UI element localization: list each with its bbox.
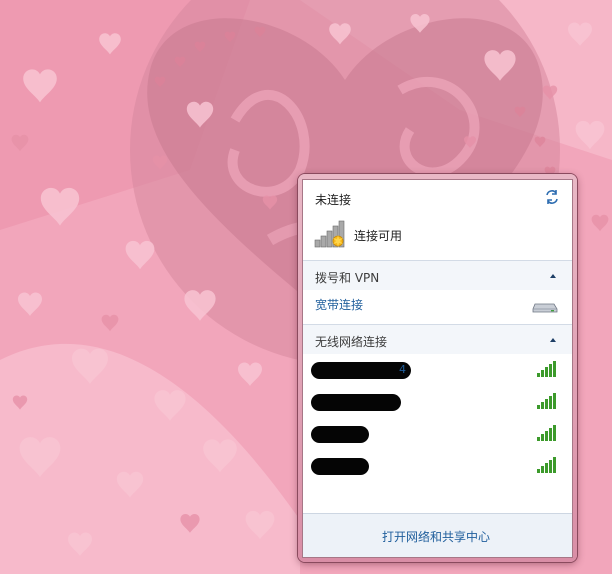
redacted-network-name [311, 458, 369, 475]
signal-bars-warning-icon [314, 220, 345, 248]
network-drive-icon[interactable] [532, 300, 558, 314]
signal-bars-icon [537, 425, 556, 441]
network-flyout-panel: 未连接 连接可用 拨号和 VPN 宽带连接 无线网络连接 4 打开网络和共享中心 [298, 174, 577, 562]
signal-bars-icon [537, 457, 556, 473]
connections-available-label: 连接可用 [354, 229, 403, 243]
redacted-network-name [311, 426, 369, 443]
wireless-network-row[interactable]: 4 [303, 356, 572, 388]
open-network-sharing-center-link[interactable]: 打开网络和共享中心 [382, 528, 490, 545]
refresh-icon[interactable] [544, 189, 560, 205]
wireless-network-row[interactable] [303, 420, 572, 452]
flyout-footer: 打开网络和共享中心 [303, 513, 572, 557]
redacted-network-name [311, 394, 401, 411]
wireless-network-row[interactable] [303, 452, 572, 484]
wireless-section-header[interactable]: 无线网络连接 [303, 324, 572, 354]
dialup-vpn-section-header[interactable]: 拨号和 VPN [303, 260, 572, 290]
chevron-up-icon[interactable] [548, 335, 558, 345]
desktop-background: 未连接 连接可用 拨号和 VPN 宽带连接 无线网络连接 4 打开网络和共享中心 [0, 0, 612, 574]
wireless-section-label: 无线网络连接 [315, 335, 388, 349]
connection-status-title: 未连接 [315, 193, 352, 207]
signal-bars-icon [537, 361, 556, 377]
dialup-vpn-section-label: 拨号和 VPN [315, 271, 380, 285]
chevron-up-icon[interactable] [548, 271, 558, 281]
network-flyout-content: 未连接 连接可用 拨号和 VPN 宽带连接 无线网络连接 4 打开网络和共享中心 [302, 179, 573, 558]
signal-bars-icon [537, 393, 556, 409]
network-name-suffix: 4 [399, 363, 406, 376]
broadband-connection-link[interactable]: 宽带连接 [315, 296, 363, 313]
wireless-network-row[interactable] [303, 388, 572, 420]
redacted-network-name [311, 362, 411, 379]
